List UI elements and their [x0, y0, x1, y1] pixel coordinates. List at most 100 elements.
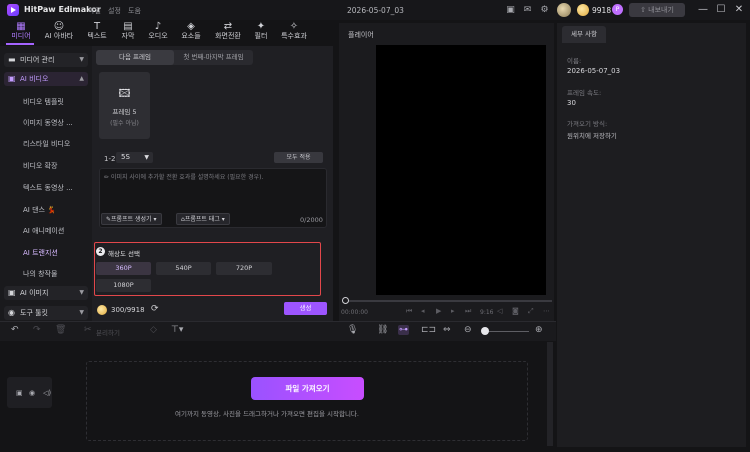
link-icon[interactable]: ⛓ — [377, 325, 388, 335]
audio-icon: ♪ — [154, 21, 162, 32]
tab-elements[interactable]: ◈ 요소들 — [174, 21, 208, 43]
snapshot-icon[interactable]: ◙ — [512, 307, 519, 315]
resolution-720p-button[interactable]: 720P — [216, 262, 272, 275]
tab-text[interactable]: T 텍스트 — [80, 21, 114, 43]
upload-icon: ⇧ — [640, 6, 649, 14]
refresh-icon[interactable]: ⟳ — [151, 304, 159, 314]
resolution-360p-button[interactable]: 360P — [96, 262, 151, 275]
media-drop-zone[interactable] — [86, 361, 528, 441]
zoom-slider-handle[interactable] — [481, 327, 489, 335]
tab-details[interactable]: 세부 사항 — [562, 26, 606, 43]
zoom-in-icon[interactable]: ⊕ — [535, 325, 543, 335]
zoom-slider[interactable] — [485, 331, 529, 332]
marker-icon[interactable]: ◇ — [150, 325, 157, 335]
tab-media[interactable]: ▦ 미디어 — [4, 21, 38, 43]
avatar[interactable] — [557, 3, 571, 17]
add-image-icon: 🖾 — [118, 87, 131, 100]
import-method-value: 원위치에 저장하기 — [567, 132, 617, 140]
chevron-down-icon: ▾ — [151, 216, 157, 223]
sidebar-group-media-management[interactable]: ▬ 미디어 관리 ▼ — [4, 53, 88, 67]
fps-label: 프레임 속도: — [567, 89, 602, 97]
chevron-down-icon: ▼ — [79, 289, 84, 296]
track-video-icon[interactable]: ▣ — [16, 389, 23, 397]
settings-icon[interactable]: ⚙ — [539, 5, 550, 15]
fullscreen-icon[interactable]: ⤢ — [528, 307, 534, 316]
more-icon[interactable]: ⋯ — [543, 307, 550, 315]
sidebar-item-video-template[interactable]: 비디오 템플릿 — [23, 97, 64, 107]
maximize-icon[interactable]: ☐ — [715, 4, 727, 16]
sidebar-item-restyle-video[interactable]: 리스타일 비디오 — [23, 139, 70, 149]
name-value: 2026-05-07_03 — [567, 67, 621, 75]
undo-icon[interactable]: ↶ — [11, 325, 19, 335]
sidebar-item-image-to-video[interactable]: 이미지 동영상 ... — [23, 118, 73, 128]
media-icon: ▦ — [16, 21, 26, 32]
menu-file[interactable]: 파일 — [88, 6, 101, 16]
prev-frame-icon[interactable]: ⏮ — [406, 307, 412, 316]
preview-screen — [376, 45, 546, 295]
volume-icon[interactable]: ◁ — [497, 307, 502, 315]
frame-upload-card[interactable]: 🖾 프레임 5 (필수 아님) — [99, 72, 150, 139]
menu-settings[interactable]: 설정 — [108, 6, 121, 16]
minimize-icon[interactable]: — — [697, 4, 709, 16]
tab-first-last-frame[interactable]: 첫 번째-마지막 프레임 — [174, 50, 253, 65]
split-label[interactable]: 분리하기 — [96, 327, 120, 337]
step-badge: 2 — [96, 247, 105, 256]
tab-effects[interactable]: ✧ 특수효과 — [277, 21, 311, 43]
magnet-icon[interactable]: ⊶ — [398, 325, 409, 335]
tab-transition[interactable]: ⇄ 화면전환 — [211, 21, 245, 43]
playback-scrubber[interactable] — [344, 300, 552, 302]
redo-icon[interactable]: ↷ — [33, 325, 41, 335]
document-title: 2026-05-07_03 — [347, 6, 404, 15]
resolution-540p-button[interactable]: 540P — [156, 262, 211, 275]
play-icon[interactable]: ▶ — [436, 307, 441, 315]
step-forward-icon[interactable]: ▸ — [451, 307, 455, 315]
apply-all-button[interactable]: 모두 적용 — [274, 152, 323, 163]
menu-help[interactable]: 도움 — [128, 6, 141, 16]
prompt-generator-button[interactable]: ✎프롬프트 생성기 ▾ — [101, 213, 162, 225]
sidebar-item-ai-dance[interactable]: AI 댄스 💃 — [23, 205, 56, 215]
chevron-down-icon: ▼ — [79, 309, 84, 316]
fit-icon[interactable]: ⇔ — [443, 325, 451, 335]
aspect-ratio[interactable]: 9:16 — [480, 309, 493, 316]
sidebar-group-toolkit[interactable]: ◉ 도구 툴킷 ▼ — [4, 306, 88, 320]
close-icon[interactable]: ✕ — [733, 4, 745, 16]
tab-ai-avatar[interactable]: ☺ AI 아바타 — [42, 21, 76, 43]
tab-filter[interactable]: ✦ 필터 — [244, 21, 278, 43]
tab-subtitle[interactable]: ▤ 자막 — [111, 21, 145, 43]
snap-icon[interactable]: ⊏⊐ — [421, 325, 436, 335]
text-tool-icon[interactable]: ⊤▾ — [171, 325, 183, 335]
fps-value: 30 — [567, 99, 576, 107]
sidebar-item-ai-animation[interactable]: AI 애니메이션 — [23, 226, 64, 236]
feedback-icon[interactable]: ✉ — [522, 5, 533, 15]
duration-select[interactable]: 5S ▼ — [116, 152, 153, 163]
tab-next-frame[interactable]: 다음 프레임 — [96, 50, 174, 65]
sidebar-item-ai-transition[interactable]: AI 트랜지션 — [23, 248, 58, 258]
zoom-out-icon[interactable]: ⊖ — [464, 325, 472, 335]
generate-button[interactable]: 생성 — [284, 302, 327, 315]
step-back-icon[interactable]: ◂ — [421, 307, 425, 315]
char-count: 0/2000 — [300, 216, 323, 224]
sidebar-item-video-extend[interactable]: 비디오 확장 — [23, 161, 57, 171]
tab-audio[interactable]: ♪ 오디오 — [141, 21, 175, 43]
track-visibility-icon[interactable]: ◉ — [29, 389, 35, 397]
sidebar-item-my-creations[interactable]: 나의 창작물 — [23, 269, 57, 279]
vip-badge-icon[interactable]: P — [612, 4, 623, 15]
sidebar-group-ai-video[interactable]: ▣ AI 비디오 ▲ — [4, 72, 88, 86]
import-file-button[interactable]: 파일 가져오기 — [251, 377, 364, 400]
microphone-icon[interactable]: 🎙 — [347, 325, 358, 335]
chevron-down-icon: ▼ — [144, 154, 149, 161]
resolution-1080p-button[interactable]: 1080P — [96, 279, 151, 292]
sidebar-group-ai-image[interactable]: ▣ AI 이미지 ▼ — [4, 286, 88, 300]
export-button[interactable]: ⇧ 내보내기 — [629, 3, 685, 17]
next-frame-icon[interactable]: ⏭ — [465, 307, 471, 316]
timeline-scrollbar[interactable] — [547, 342, 553, 446]
track-audio-icon[interactable]: ◁) — [43, 389, 51, 397]
scrubber-handle[interactable] — [342, 297, 349, 304]
prompt-tags-button[interactable]: ⌂프롬프트 태그 ▾ — [176, 213, 230, 225]
player-title: 플레이어 — [348, 31, 374, 39]
sidebar-item-text-to-video[interactable]: 텍스트 동영상 ... — [23, 183, 73, 193]
scissors-icon[interactable]: ✂ — [84, 325, 92, 335]
delete-icon[interactable]: 🗑 — [55, 325, 66, 335]
layout-icon[interactable]: ▣ — [505, 5, 516, 15]
frame-range-label: 1-2 — [104, 155, 116, 163]
